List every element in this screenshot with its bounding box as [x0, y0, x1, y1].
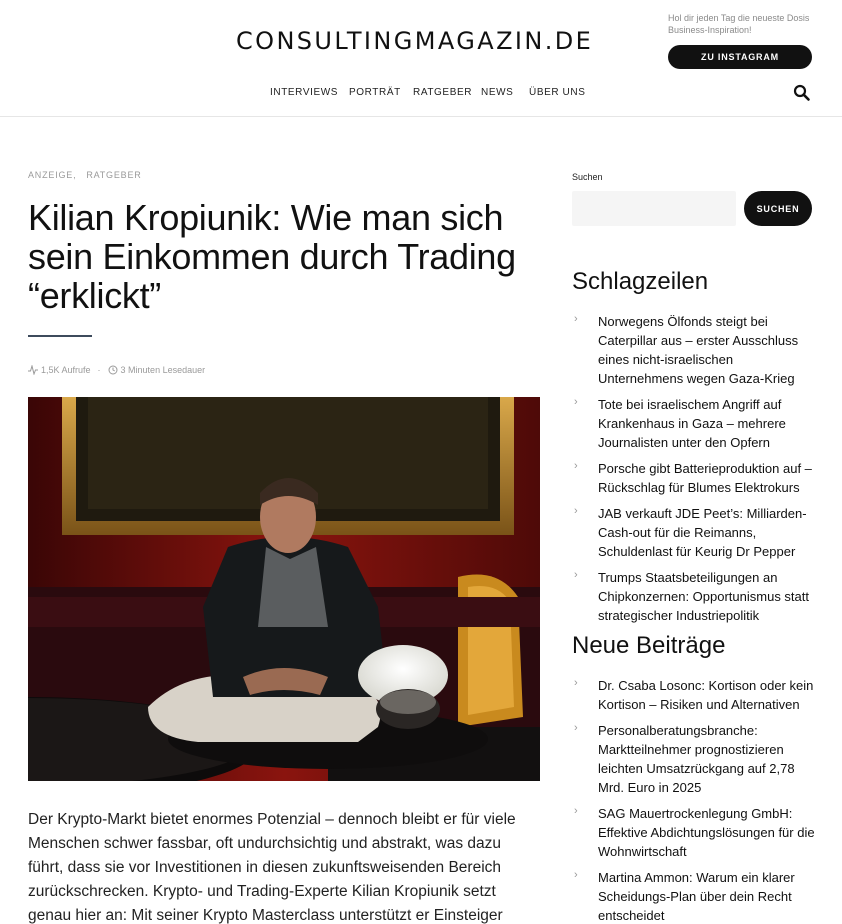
article-title: Kilian Kropiunik: Wie man sich sein Eink… [28, 197, 516, 316]
article-hero-image [28, 397, 540, 781]
list-item: › Tote bei israelischem Angriff auf Kran… [572, 395, 817, 452]
article-categories: ANZEIGE, RATGEBER [28, 170, 142, 180]
nav-item-ratgeber[interactable]: RATGEBER [413, 87, 472, 98]
site-header: CONSULTINGMAGAZIN.DE Hol dir jeden Tag d… [0, 0, 842, 117]
list-item: › SAG Mauertrockenlegung GmbH: Effektive… [572, 804, 817, 861]
chevron-right-icon: › [574, 805, 578, 817]
chevron-right-icon: › [574, 677, 578, 689]
chevron-right-icon: › [574, 722, 578, 734]
list-item: › Personalberatungsbranche: Marktteilneh… [572, 721, 817, 797]
site-logo[interactable]: CONSULTINGMAGAZIN.DE [236, 27, 593, 55]
article-stats: 1,5K Aufrufe · 3 Minuten Lesedauer [28, 365, 205, 375]
headline-link[interactable]: JAB verkauft JDE Peet’s: Milliarden-Cash… [598, 504, 817, 561]
search-label: Suchen [572, 172, 603, 182]
nav-item-ueber-uns[interactable]: ÜBER UNS [529, 87, 585, 98]
chevron-right-icon: › [574, 396, 578, 408]
list-item: › Porsche gibt Batterieproduktion auf – … [572, 459, 817, 497]
category-ratgeber[interactable]: RATGEBER [86, 170, 141, 180]
nav-item-news[interactable]: NEWS [481, 87, 513, 98]
search-input[interactable] [572, 191, 736, 226]
list-item: › Martina Ammon: Warum ein klarer Scheid… [572, 868, 817, 924]
chevron-right-icon: › [574, 505, 578, 517]
nav-item-interviews[interactable]: INTERVIEWS [270, 87, 338, 98]
recent-post-link[interactable]: SAG Mauertrockenlegung GmbH: Effektive A… [598, 804, 817, 861]
chevron-right-icon: › [574, 313, 578, 325]
list-item: › Trumps Staatsbeteiligungen an Chipkonz… [572, 568, 817, 625]
list-item: › Norwegens Ölfonds steigt bei Caterpill… [572, 312, 817, 388]
search-icon[interactable] [793, 84, 811, 102]
nav-item-portraet[interactable]: PORTRÄT [349, 87, 401, 98]
title-divider [28, 335, 92, 337]
list-item: › JAB verkauft JDE Peet’s: Milliarden-Ca… [572, 504, 817, 561]
headline-link[interactable]: Tote bei israelischem Angriff auf Kranke… [598, 395, 817, 452]
instagram-button[interactable]: ZU INSTAGRAM [668, 45, 812, 69]
headlines-title: Schlagzeilen [572, 268, 709, 295]
main-nav: INTERVIEWS PORTRÄT RATGEBER NEWS ÜBER UN… [0, 87, 842, 101]
headline-link[interactable]: Porsche gibt Batterieproduktion auf – Rü… [598, 459, 817, 497]
chevron-right-icon: › [574, 569, 578, 581]
recent-post-link[interactable]: Personalberatungsbranche: Marktteilnehme… [598, 721, 817, 797]
view-count: 1,5K Aufrufe [41, 365, 91, 375]
article-body: Der Krypto-Markt bietet enormes Potenzia… [28, 811, 516, 924]
instagram-promo-text: Hol dir jeden Tag die neueste Dosis Busi… [668, 13, 810, 35]
activity-icon [28, 365, 38, 375]
list-item: › Dr. Csaba Losonc: Kortison oder kein K… [572, 676, 817, 714]
reading-time: 3 Minuten Lesedauer [120, 365, 206, 375]
stats-separator: · [97, 365, 101, 375]
recent-post-link[interactable]: Martina Ammon: Warum ein klarer Scheidun… [598, 868, 817, 924]
headline-link[interactable]: Trumps Staatsbeteiligungen an Chipkonzer… [598, 568, 817, 625]
search-button[interactable]: SUCHEN [744, 191, 812, 226]
chevron-right-icon: › [574, 869, 578, 881]
recent-posts-title: Neue Beiträge [572, 632, 726, 659]
recent-post-link[interactable]: Dr. Csaba Losonc: Kortison oder kein Kor… [598, 676, 817, 714]
clock-icon [108, 365, 118, 375]
category-anzeige[interactable]: ANZEIGE, [28, 170, 76, 180]
headline-link[interactable]: Norwegens Ölfonds steigt bei Caterpillar… [598, 312, 817, 388]
chevron-right-icon: › [574, 460, 578, 472]
